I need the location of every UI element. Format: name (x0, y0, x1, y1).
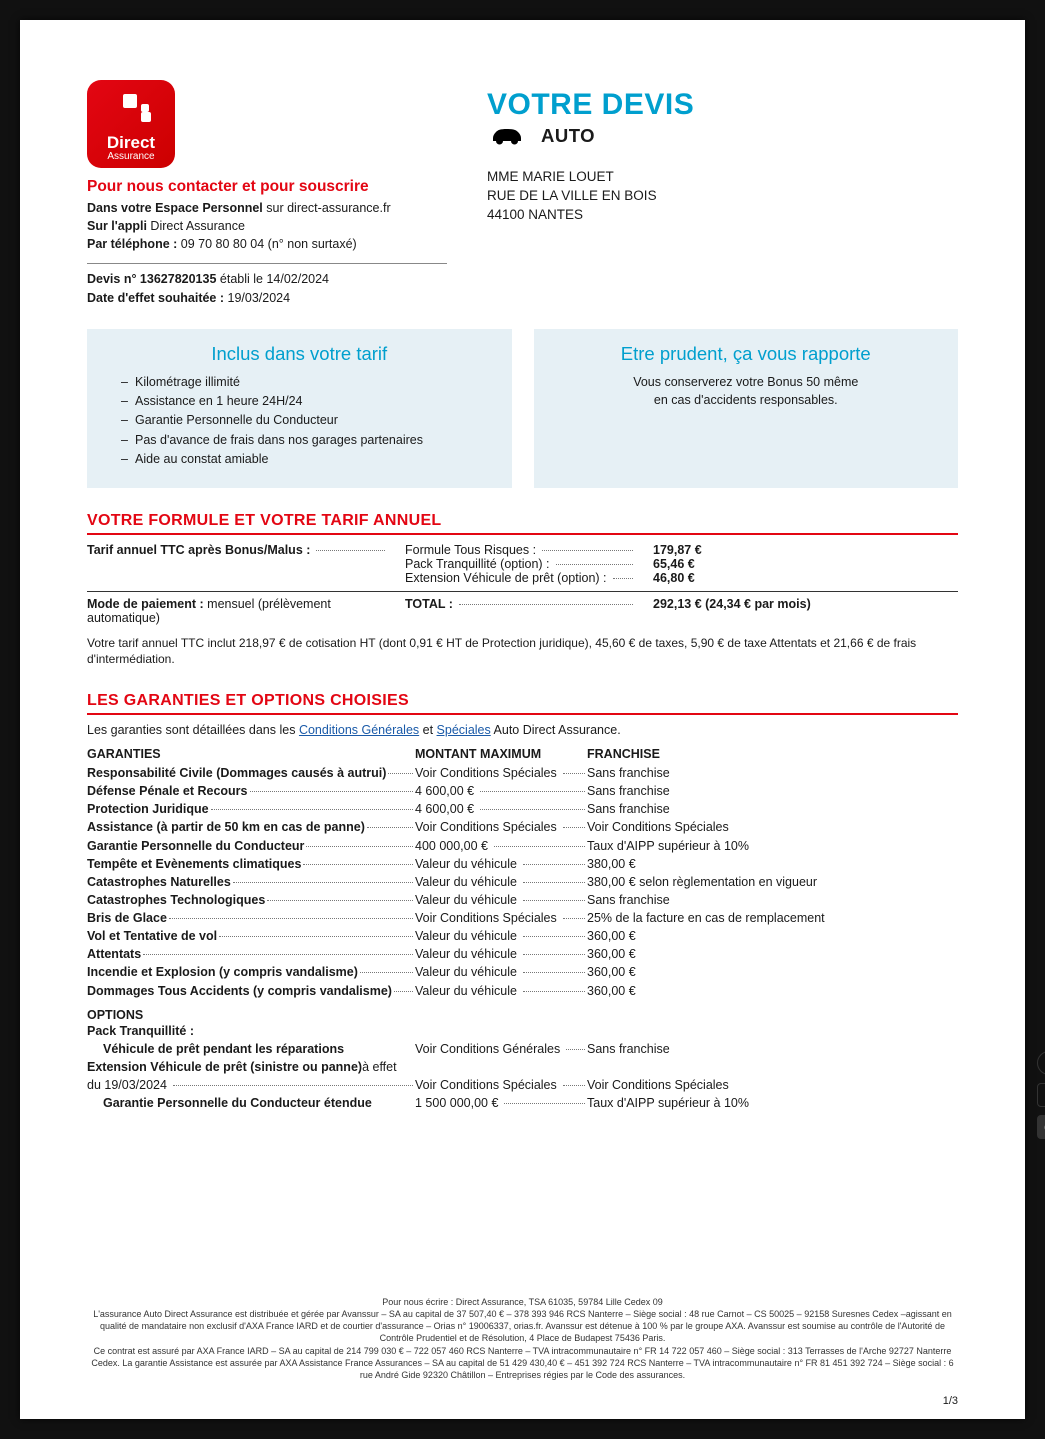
contact-heading: Pour nous contacter et pour souscrire (87, 178, 447, 196)
recipient-address: MME MARIE LOUET RUE DE LA VILLE EN BOIS … (487, 168, 958, 225)
formula-section: VOTRE FORMULE ET VOTRE TARIF ANNUEL Tari… (87, 512, 958, 669)
paper-icon: ▱ (1037, 1083, 1045, 1107)
car-icon (487, 124, 527, 148)
cert-icons: ♻ ▱ ⎙ (1037, 1051, 1045, 1139)
quote-meta: Devis n° 13627820135 établi le 14/02/202… (87, 263, 447, 306)
conditions-speciales-link[interactable]: Spéciales (437, 723, 491, 737)
product-label: AUTO (541, 125, 595, 147)
contact-info: Dans votre Espace Personnel sur direct-a… (87, 199, 447, 253)
page-title: VOTRE DEVIS (487, 88, 958, 122)
guarantee-row: Assistance (à partir de 50 km en cas de … (87, 818, 958, 836)
guarantees-section: LES GARANTIES ET OPTIONS CHOISIES Les ga… (87, 692, 958, 1112)
guarantee-row: Protection Juridique4 600,00 €Sans franc… (87, 800, 958, 818)
guarantee-row: AttentatsValeur du véhicule360,00 € (87, 945, 958, 963)
cert-icon: ⎙ (1037, 1115, 1045, 1139)
page-number: 1/3 (943, 1395, 958, 1407)
guarantee-row: Dommages Tous Accidents (y compris vanda… (87, 982, 958, 1000)
guarantee-row: Catastrophes TechnologiquesValeur du véh… (87, 891, 958, 909)
conditions-generales-link[interactable]: Conditions Générales (299, 723, 419, 737)
guarantee-row: Bris de GlaceVoir Conditions Spéciales25… (87, 909, 958, 927)
guarantee-row: Vol et Tentative de volValeur du véhicul… (87, 927, 958, 945)
guarantee-row: Tempête et Evènements climatiquesValeur … (87, 855, 958, 873)
guarantee-row: Incendie et Explosion (y compris vandali… (87, 963, 958, 981)
brand-logo: Direct Assurance (87, 80, 175, 168)
included-box: Inclus dans votre tarif Kilométrage illi… (87, 329, 512, 488)
guarantee-row: Catastrophes NaturellesValeur du véhicul… (87, 873, 958, 891)
document-page: Direct Assurance Pour nous contacter et … (20, 20, 1025, 1419)
footer-legal: Pour nous écrire : Direct Assurance, TSA… (87, 1296, 958, 1381)
guarantee-row: Responsabilité Civile (Dommages causés à… (87, 764, 958, 782)
guarantee-row: Garantie Personnelle du Conducteur400 00… (87, 837, 958, 855)
guarantee-row: Défense Pénale et Recours4 600,00 €Sans … (87, 782, 958, 800)
bonus-box: Etre prudent, ça vous rapporte Vous cons… (534, 329, 959, 488)
recycle-icon: ♻ (1037, 1051, 1045, 1075)
